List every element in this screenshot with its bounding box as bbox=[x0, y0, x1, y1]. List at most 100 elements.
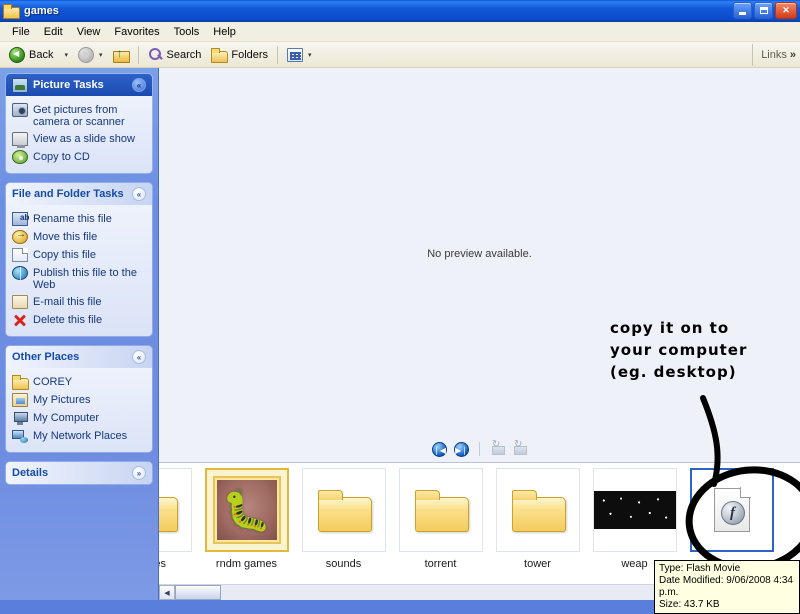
scrollbar-thumb[interactable] bbox=[175, 585, 221, 600]
list-item[interactable]: games bbox=[159, 468, 198, 570]
restore-button[interactable] bbox=[754, 2, 773, 19]
item-label: sounds bbox=[325, 558, 362, 570]
folders-button[interactable]: Folders bbox=[206, 44, 273, 66]
chevron-down-icon[interactable]: » bbox=[132, 466, 146, 480]
title-bar: games ✕ bbox=[0, 0, 800, 22]
control-separator bbox=[479, 442, 480, 456]
chevron-down-icon: ▾ bbox=[64, 51, 68, 59]
item-label: tower bbox=[524, 558, 551, 570]
task-move-file[interactable]: Move this file bbox=[12, 228, 146, 246]
explorer-window: games ✕ File Edit View Favorites Tools H… bbox=[0, 0, 800, 614]
panel-other-places-header[interactable]: Other Places « bbox=[6, 346, 152, 368]
list-item[interactable]: weap bbox=[586, 468, 683, 570]
chevron-up-icon[interactable]: « bbox=[132, 350, 146, 364]
panel-file-folder-tasks-header[interactable]: File and Folder Tasks « bbox=[6, 183, 152, 205]
close-button[interactable]: ✕ bbox=[775, 2, 797, 19]
list-item[interactable]: torrent bbox=[392, 468, 489, 570]
place-my-computer[interactable]: My Computer bbox=[12, 409, 146, 427]
task-rename-file[interactable]: Rename this file bbox=[12, 210, 146, 228]
toolbar-separator bbox=[137, 45, 139, 64]
views-button[interactable]: ▾ bbox=[282, 44, 317, 66]
panel-file-folder-tasks: File and Folder Tasks « Rename this file… bbox=[6, 183, 152, 336]
rotate-clockwise-icon[interactable] bbox=[512, 439, 527, 456]
links-label: Links bbox=[761, 48, 787, 61]
panel-title: File and Folder Tasks bbox=[12, 188, 124, 200]
folder-icon bbox=[12, 375, 29, 390]
task-label: Move this file bbox=[33, 231, 98, 243]
menu-help[interactable]: Help bbox=[206, 24, 243, 40]
task-publish-web[interactable]: Publish this file to the Web bbox=[12, 264, 146, 293]
task-label: Rename this file bbox=[33, 213, 112, 225]
thumbnail bbox=[159, 468, 192, 552]
task-label: Copy this file bbox=[33, 249, 96, 261]
previous-image-icon[interactable]: ❘◀ bbox=[432, 441, 447, 457]
file-tooltip: Type: Flash Movie Date Modified: 9/06/20… bbox=[654, 560, 800, 614]
list-item[interactable]: f bbox=[683, 468, 780, 558]
search-button[interactable]: Search bbox=[143, 44, 207, 66]
copy-icon bbox=[12, 248, 28, 262]
forward-button[interactable]: ▾ bbox=[73, 44, 108, 66]
search-icon bbox=[148, 47, 163, 62]
back-button[interactable]: Back bbox=[4, 44, 58, 66]
menu-tools[interactable]: Tools bbox=[167, 24, 207, 40]
cd-icon bbox=[12, 150, 28, 164]
scroll-left-button[interactable]: ◀ bbox=[159, 585, 175, 600]
panel-picture-tasks-body: Get pictures from camera or scanner View… bbox=[6, 96, 152, 173]
annotation-text: copy it on to your computer (eg. desktop… bbox=[610, 317, 800, 383]
folders-icon bbox=[211, 47, 229, 63]
task-copy-to-cd[interactable]: Copy to CD bbox=[12, 148, 146, 166]
list-item[interactable]: 🐛 rndm games bbox=[198, 468, 295, 570]
tooltip-size: Size: 43.7 KB bbox=[659, 599, 720, 610]
minimize-button[interactable] bbox=[733, 2, 752, 19]
chevron-up-icon[interactable]: « bbox=[132, 78, 146, 92]
double-chevron-icon: » bbox=[789, 48, 796, 61]
task-pane-sidebar: Picture Tasks « Get pictures from camera… bbox=[0, 68, 158, 600]
item-label: torrent bbox=[424, 558, 457, 570]
task-get-pictures[interactable]: Get pictures from camera or scanner bbox=[12, 101, 146, 130]
task-label: Copy to CD bbox=[33, 151, 90, 163]
item-label: games bbox=[159, 558, 167, 570]
thumbnail: f bbox=[689, 468, 774, 552]
search-label: Search bbox=[166, 48, 202, 61]
previous-glyph: ❘◀ bbox=[433, 445, 446, 455]
links-bar[interactable]: Links » bbox=[752, 43, 800, 66]
list-item[interactable]: tower bbox=[489, 468, 586, 570]
chevron-up-icon[interactable]: « bbox=[132, 187, 146, 201]
list-item[interactable]: sounds bbox=[295, 468, 392, 570]
menu-favorites[interactable]: Favorites bbox=[107, 24, 166, 40]
up-button[interactable] bbox=[108, 44, 134, 66]
panel-picture-tasks-header[interactable]: Picture Tasks « bbox=[6, 74, 152, 96]
globe-icon bbox=[12, 266, 28, 280]
rotate-counterclockwise-icon[interactable] bbox=[490, 439, 505, 456]
item-label: weap bbox=[621, 558, 648, 570]
menu-view[interactable]: View bbox=[70, 24, 108, 40]
menu-file[interactable]: File bbox=[5, 24, 37, 40]
panel-title: Other Places bbox=[12, 351, 80, 363]
place-my-pictures[interactable]: My Pictures bbox=[12, 391, 146, 409]
place-my-network-places[interactable]: My Network Places bbox=[12, 427, 146, 445]
folder-icon bbox=[511, 490, 566, 532]
my-pictures-icon bbox=[12, 393, 28, 407]
next-image-icon[interactable]: ▶❘ bbox=[454, 441, 469, 457]
task-copy-file[interactable]: Copy this file bbox=[12, 246, 146, 264]
task-delete-file[interactable]: Delete this file bbox=[12, 311, 146, 329]
place-corey[interactable]: COREY bbox=[12, 373, 146, 391]
back-dropdown-button[interactable]: ▾ bbox=[58, 44, 73, 66]
task-email-file[interactable]: E-mail this file bbox=[12, 293, 146, 311]
task-label: E-mail this file bbox=[33, 296, 102, 308]
panel-details-header[interactable]: Details » bbox=[6, 462, 152, 484]
thumbnail bbox=[398, 468, 483, 552]
next-glyph: ▶❘ bbox=[455, 445, 468, 455]
folder-icon bbox=[317, 490, 372, 532]
task-slide-show[interactable]: View as a slide show bbox=[12, 130, 146, 148]
back-label: Back bbox=[29, 48, 54, 61]
butterfly-thumbnail: 🐛 bbox=[212, 476, 281, 544]
views-icon bbox=[287, 47, 304, 62]
thumbnail bbox=[495, 468, 580, 552]
thumbnail bbox=[592, 468, 677, 552]
tooltip-type: Type: Flash Movie bbox=[659, 563, 741, 574]
menu-edit[interactable]: Edit bbox=[37, 24, 70, 40]
move-icon bbox=[12, 229, 28, 244]
folder-icon bbox=[3, 3, 20, 19]
folder-icon bbox=[159, 490, 178, 532]
